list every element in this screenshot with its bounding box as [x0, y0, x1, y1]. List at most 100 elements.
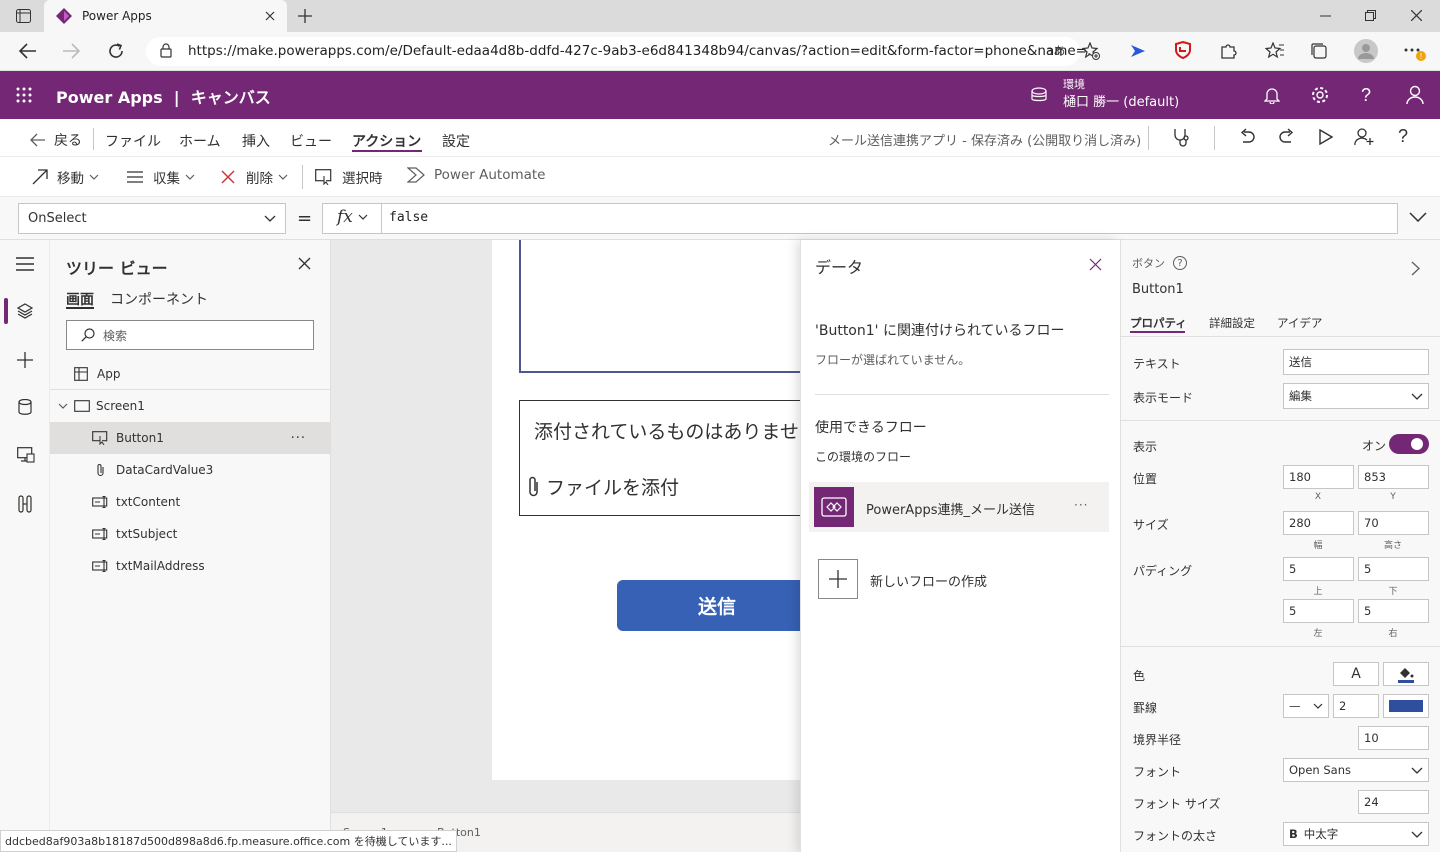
menu-file[interactable]: ファイル [105, 131, 161, 151]
visible-toggle[interactable] [1389, 434, 1429, 454]
forward-icon[interactable] [62, 43, 80, 59]
tab-advanced[interactable]: 詳細設定 [1209, 315, 1255, 331]
more-options-icon[interactable]: ··· [291, 431, 306, 446]
close-tree-view-icon[interactable] [298, 257, 311, 270]
formula-value[interactable]: false [389, 210, 428, 225]
advanced-tools-icon[interactable] [18, 495, 32, 513]
tree-search-input[interactable]: 検索 [66, 320, 314, 350]
padding-right-input[interactable]: 5 [1358, 599, 1429, 623]
display-mode-dropdown[interactable]: 編集 [1283, 383, 1429, 409]
fill-color-picker[interactable] [1383, 662, 1429, 686]
on-select-button[interactable]: 選択時 [315, 167, 383, 187]
formula-input[interactable] [322, 203, 1398, 234]
function-fx-button[interactable]: fx [337, 207, 368, 227]
browser-tab[interactable]: Power Apps [44, 0, 287, 32]
undo-icon[interactable] [1238, 128, 1256, 146]
flow-name[interactable]: PowerApps連携_メール送信 [866, 499, 1035, 518]
app-launcher-icon[interactable] [16, 87, 32, 103]
extension-shield-icon[interactable] [1175, 41, 1191, 59]
minimize-icon[interactable] [1320, 15, 1331, 17]
send-button[interactable]: 送信 [617, 580, 817, 631]
app-checker-stethoscope-icon[interactable] [1172, 128, 1192, 148]
create-flow-button[interactable] [818, 559, 858, 599]
navigate-button[interactable]: 移動 [32, 167, 99, 187]
tab-properties[interactable]: プロパティ [1130, 315, 1187, 331]
power-automate-button[interactable]: Power Automate [407, 167, 545, 183]
border-style-dropdown[interactable]: — [1283, 694, 1329, 718]
text-color-picker[interactable]: A [1333, 662, 1379, 686]
tab-screens[interactable]: 画面 [66, 289, 94, 309]
extension-arrow-icon[interactable] [1129, 43, 1147, 59]
help-icon[interactable]: ? [1361, 85, 1371, 106]
menu-action[interactable]: アクション [352, 131, 421, 151]
tree-item-screen1[interactable]: Screen1 [50, 390, 330, 422]
menu-home[interactable]: ホーム [179, 131, 221, 151]
tree-item-txtcontent[interactable]: txtContent [50, 486, 330, 518]
user-account-icon[interactable] [1406, 85, 1424, 105]
menu-insert[interactable]: 挿入 [242, 131, 270, 151]
close-tab-icon[interactable] [265, 11, 275, 21]
size-height-input[interactable]: 70 [1358, 511, 1429, 535]
help-icon[interactable]: ? [1173, 256, 1187, 270]
menu-view[interactable]: ビュー [290, 131, 332, 151]
settings-more-icon[interactable]: ! [1403, 42, 1429, 62]
tab-ideas[interactable]: アイデア [1277, 315, 1322, 331]
url-text[interactable]: https://make.powerapps.com/e/Default-eda… [188, 43, 1100, 59]
position-x-input[interactable]: 180 [1283, 465, 1354, 489]
add-favorite-icon[interactable] [1082, 42, 1100, 60]
padding-left-input[interactable]: 5 [1283, 599, 1354, 623]
property-dropdown[interactable]: OnSelect [18, 203, 286, 234]
hamburger-menu-icon[interactable] [16, 257, 34, 271]
preview-play-icon[interactable] [1319, 129, 1333, 145]
flow-more-options-icon[interactable]: ··· [1074, 498, 1088, 512]
insert-plus-icon[interactable] [17, 352, 33, 368]
control-name[interactable]: Button1 [1132, 282, 1184, 297]
padding-bottom-input[interactable]: 5 [1358, 557, 1429, 581]
font-size-input[interactable]: 24 [1358, 790, 1429, 814]
new-tab-icon[interactable] [298, 9, 312, 23]
close-window-icon[interactable] [1411, 10, 1422, 21]
collections-icon[interactable] [1310, 42, 1328, 60]
notifications-bell-icon[interactable] [1264, 86, 1280, 104]
tree-item-txtsubject[interactable]: txtSubject [50, 518, 330, 550]
tree-item-txtmailaddress[interactable]: txtMailAddress [50, 550, 330, 582]
font-weight-dropdown[interactable]: B 中太字 [1283, 822, 1429, 846]
create-flow-label[interactable]: 新しいフローの作成 [870, 571, 987, 590]
app-help-icon[interactable]: ? [1398, 126, 1408, 147]
tree-item-datacardvalue3[interactable]: DataCardValue3 [50, 454, 330, 486]
padding-top-input[interactable]: 5 [1283, 557, 1354, 581]
content-textbox[interactable] [519, 240, 809, 373]
back-icon[interactable] [19, 43, 37, 59]
size-width-input[interactable]: 280 [1283, 511, 1354, 535]
tab-components[interactable]: コンポーネント [110, 289, 208, 309]
border-color-picker[interactable] [1383, 694, 1429, 718]
border-width-input[interactable]: 2 [1333, 694, 1379, 718]
media-icon[interactable] [17, 447, 35, 463]
profile-avatar[interactable] [1354, 39, 1378, 63]
tree-item-button1[interactable]: Button1 ··· [50, 422, 330, 454]
tree-view-layers-icon[interactable] [17, 303, 33, 319]
remove-button[interactable]: 削除 [221, 167, 288, 187]
environment-icon[interactable] [1030, 86, 1048, 104]
restore-icon[interactable] [1365, 10, 1376, 21]
favorites-icon[interactable] [1265, 42, 1285, 60]
environment-name[interactable]: 樋口 勝一 (default) [1063, 91, 1179, 110]
back-button[interactable]: 戻る [30, 130, 82, 150]
read-aloud-icon[interactable]: aあ [1046, 42, 1065, 59]
data-cylinder-icon[interactable] [18, 399, 32, 415]
text-input[interactable]: 送信 [1283, 349, 1429, 375]
border-radius-input[interactable]: 10 [1358, 726, 1429, 750]
share-user-icon[interactable] [1354, 127, 1374, 147]
lock-icon[interactable] [160, 43, 172, 58]
gear-icon[interactable] [1311, 86, 1329, 104]
expand-formula-chevron-icon[interactable] [1409, 212, 1427, 222]
font-dropdown[interactable]: Open Sans [1283, 758, 1429, 782]
extensions-puzzle-icon[interactable] [1219, 42, 1237, 60]
close-data-panel-icon[interactable] [1089, 258, 1102, 271]
menu-settings[interactable]: 設定 [442, 131, 470, 151]
refresh-icon[interactable] [107, 42, 125, 60]
tab-actions-icon[interactable] [16, 9, 31, 23]
redo-icon[interactable] [1278, 128, 1296, 146]
tree-item-app[interactable]: App [50, 358, 330, 390]
position-y-input[interactable]: 853 [1358, 465, 1429, 489]
